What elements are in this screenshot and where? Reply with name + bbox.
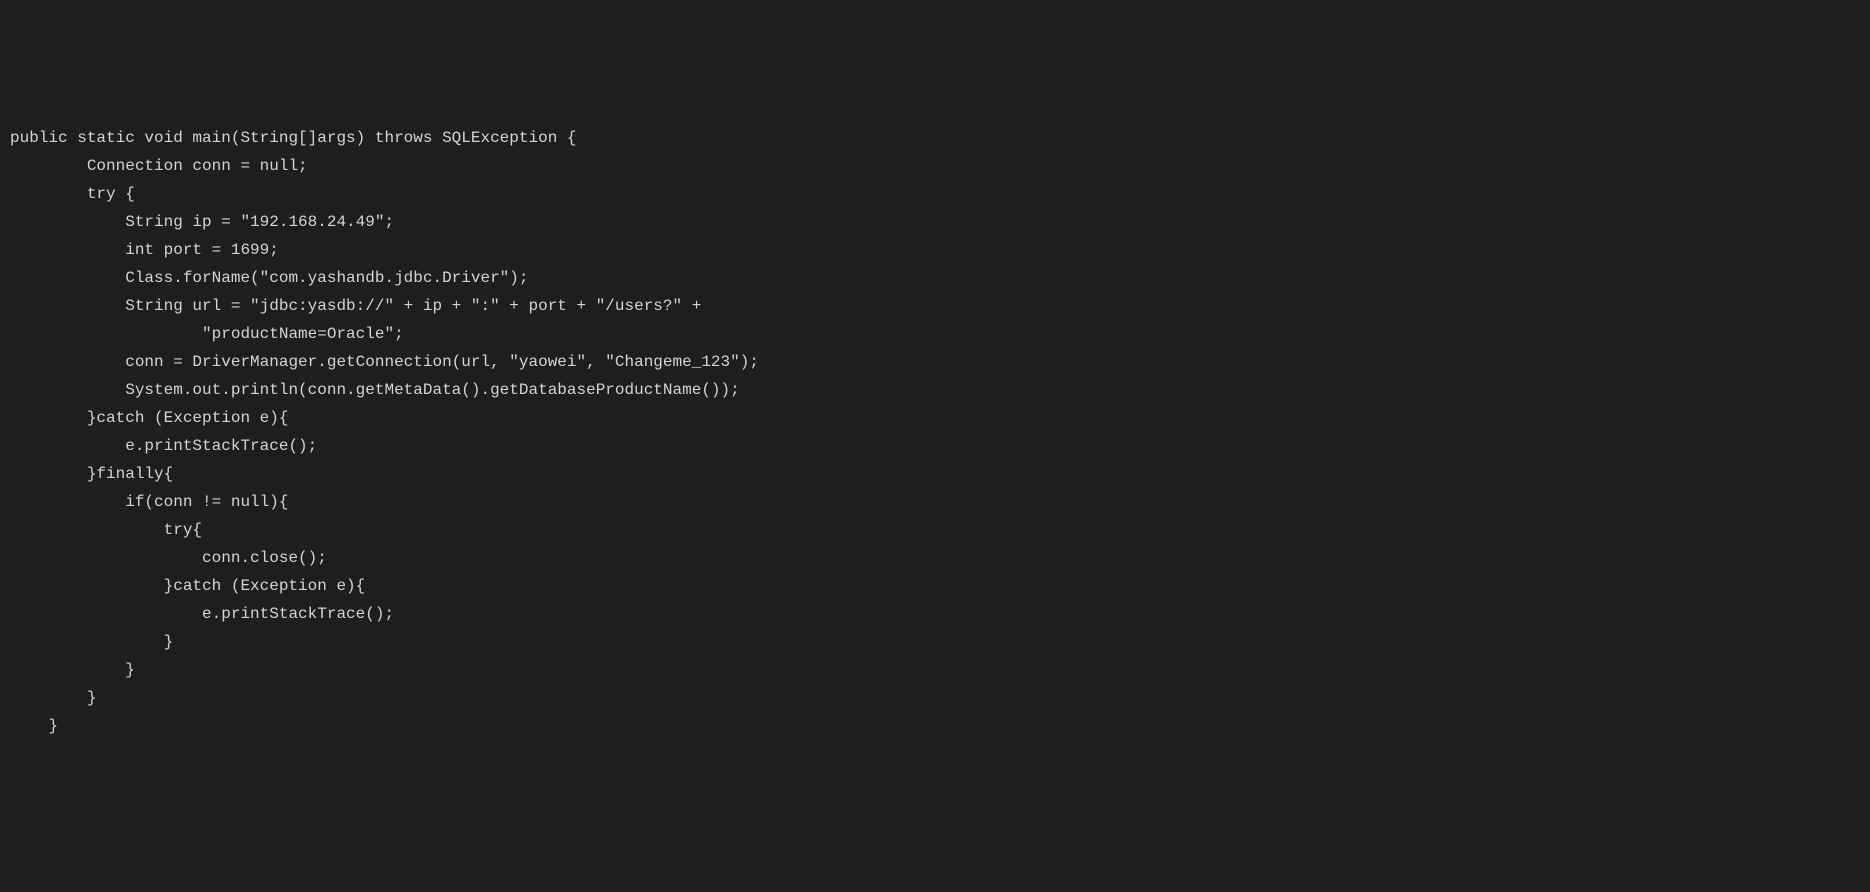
code-line: try{ xyxy=(10,516,1860,544)
code-line: public static void main(String[]args) th… xyxy=(10,124,1860,152)
code-line: } xyxy=(10,684,1860,712)
code-line: e.printStackTrace(); xyxy=(10,432,1860,460)
code-line: try { xyxy=(10,180,1860,208)
code-line: String ip = "192.168.24.49"; xyxy=(10,208,1860,236)
code-line: }catch (Exception e){ xyxy=(10,404,1860,432)
code-line: if(conn != null){ xyxy=(10,488,1860,516)
code-block: public static void main(String[]args) th… xyxy=(10,124,1860,740)
code-line: } xyxy=(10,656,1860,684)
code-line: Class.forName("com.yashandb.jdbc.Driver"… xyxy=(10,264,1860,292)
code-line: Connection conn = null; xyxy=(10,152,1860,180)
code-line: conn.close(); xyxy=(10,544,1860,572)
code-line: } xyxy=(10,712,1860,740)
code-line: "productName=Oracle"; xyxy=(10,320,1860,348)
code-line: } xyxy=(10,628,1860,656)
code-line: e.printStackTrace(); xyxy=(10,600,1860,628)
code-line: int port = 1699; xyxy=(10,236,1860,264)
code-line: }catch (Exception e){ xyxy=(10,572,1860,600)
code-line: String url = "jdbc:yasdb://" + ip + ":" … xyxy=(10,292,1860,320)
code-line: }finally{ xyxy=(10,460,1860,488)
code-line: System.out.println(conn.getMetaData().ge… xyxy=(10,376,1860,404)
code-line: conn = DriverManager.getConnection(url, … xyxy=(10,348,1860,376)
